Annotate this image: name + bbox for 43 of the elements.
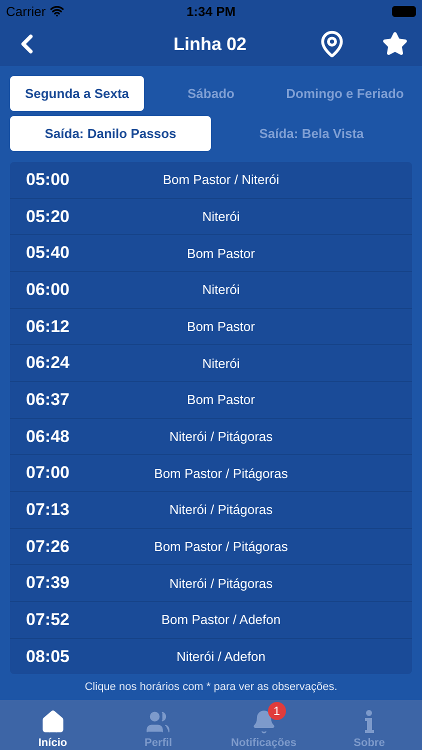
route-name: Bom Pastor [186, 246, 256, 261]
wifi-icon [50, 4, 64, 18]
departure-time[interactable]: 06:37 [26, 390, 106, 410]
departure-time[interactable]: 07:39 [26, 573, 106, 594]
tab-bar-item[interactable]: Início [0, 700, 106, 750]
departure-time[interactable]: 07:52 [26, 610, 106, 630]
battery-icon [392, 6, 416, 16]
departure-time[interactable]: 07:00 [26, 463, 106, 484]
route-name: Niterói / Pitágoras [168, 429, 274, 444]
notification-badge: 1 [268, 702, 286, 720]
route-name: Niterói / Adefon [176, 649, 266, 664]
departure-time[interactable]: 06:24 [26, 353, 106, 374]
route-name: Niterói / Pitágoras [168, 576, 274, 591]
route-name: Niterói / Pitágoras [168, 502, 274, 518]
departure-time[interactable]: 06:00 [26, 280, 106, 300]
day-tab[interactable]: Segunda a Sexta [10, 76, 144, 111]
departure-time[interactable]: 08:05 [26, 646, 106, 667]
tab-bar-item[interactable]: 1 Notificações [211, 700, 316, 750]
route-name: Bom Pastor / Pitágoras [153, 466, 289, 481]
departure-time[interactable]: 06:48 [26, 426, 106, 447]
route-name: Niterói [201, 282, 241, 298]
route-name: Bom Pastor / Niterói [162, 172, 280, 188]
map-pin-icon[interactable] [318, 30, 346, 58]
departure-time[interactable]: 07:13 [26, 500, 106, 520]
direction-tab[interactable]: Saída: Danilo Passos [10, 116, 211, 151]
departure-time[interactable]: 05:20 [26, 206, 106, 226]
route-name: Bom Pastor / Adefon [160, 612, 282, 628]
departure-time[interactable]: 07:26 [26, 536, 106, 557]
route-name: Niterói [201, 209, 241, 224]
departure-time[interactable]: 05:40 [26, 243, 106, 264]
route-name: Bom Pastor [186, 319, 256, 334]
footnote-text: Clique nos horários com * para ver as observações. [84, 681, 338, 694]
clock-time: 1:34 PM [186, 4, 236, 18]
page-title: Linha 02 [173, 34, 247, 54]
route-name: Bom Pastor / Pitágoras [153, 539, 289, 554]
departure-time[interactable]: 05:00 [26, 170, 106, 190]
route-name: Bom Pastor [186, 392, 256, 408]
house-icon [40, 709, 66, 735]
people-icon [145, 709, 172, 735]
carrier-name: Carrier [6, 4, 46, 18]
departure-time[interactable]: 06:12 [26, 316, 106, 337]
route-name: Niterói [201, 356, 241, 371]
star-icon[interactable] [382, 31, 408, 57]
